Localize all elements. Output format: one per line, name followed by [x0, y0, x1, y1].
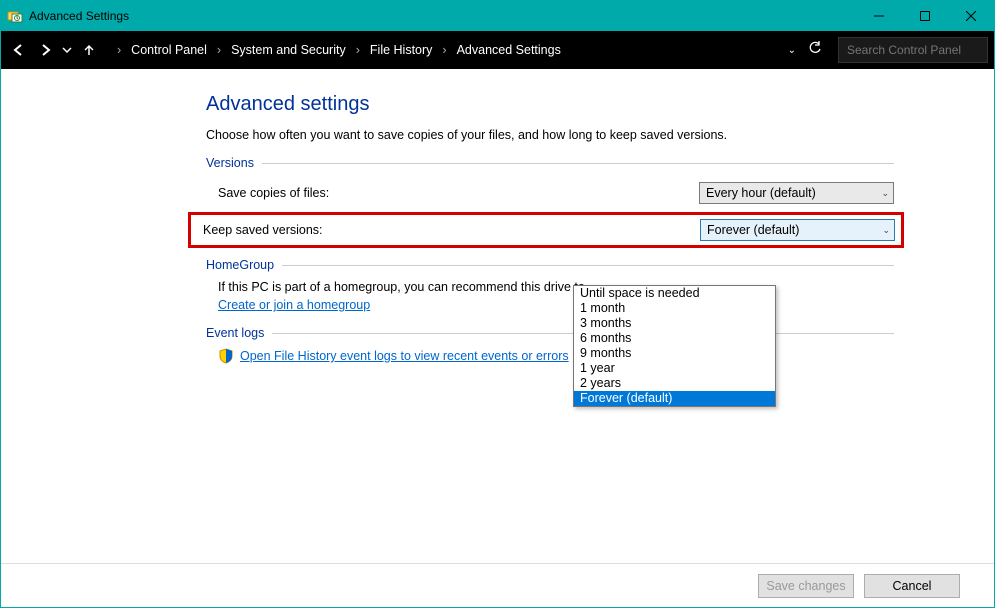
search-input[interactable]: [847, 43, 995, 57]
page-title: Advanced settings: [206, 93, 894, 116]
homegroup-link[interactable]: Create or join a homegroup: [206, 298, 894, 312]
eventlogs-link-text: Open File History event logs to view rec…: [240, 349, 569, 363]
keep-versions-option[interactable]: 1 year: [574, 361, 775, 376]
cancel-button[interactable]: Cancel: [864, 574, 960, 598]
window-buttons: [856, 1, 994, 31]
breadcrumb-item[interactable]: System and Security: [227, 41, 350, 59]
app-icon: [7, 8, 23, 24]
keep-versions-option[interactable]: 9 months: [574, 346, 775, 361]
section-label: Event logs: [206, 326, 264, 340]
eventlogs-link[interactable]: Open File History event logs to view rec…: [206, 348, 569, 364]
titlebar: Advanced Settings: [1, 1, 994, 31]
breadcrumb: › Control Panel › System and Security › …: [113, 41, 786, 59]
window: Advanced Settings › Control Panel › Syst…: [0, 0, 995, 608]
chevron-down-icon: ⌄: [881, 188, 889, 199]
section-homegroup-header: HomeGroup: [206, 258, 894, 272]
divider: [282, 265, 894, 266]
address-right: ⌄: [788, 41, 822, 60]
section-label: HomeGroup: [206, 258, 274, 272]
keep-versions-option[interactable]: Until space is needed: [574, 286, 775, 301]
chevron-right-icon[interactable]: ›: [113, 43, 125, 57]
dropdown-value: Forever (default): [707, 223, 799, 237]
footer: Save changes Cancel: [1, 563, 994, 607]
divider: [262, 163, 894, 164]
chevron-right-icon: ›: [352, 43, 364, 57]
keep-versions-option-list: Until space is needed 1 month 3 months 6…: [573, 285, 776, 407]
breadcrumb-item[interactable]: Control Panel: [127, 41, 211, 59]
keep-versions-option[interactable]: 2 years: [574, 376, 775, 391]
main-panel: Advanced settings Choose how often you w…: [206, 93, 894, 369]
close-button[interactable]: [948, 1, 994, 31]
section-label: Versions: [206, 156, 254, 170]
refresh-icon[interactable]: [808, 41, 822, 60]
section-versions-header: Versions: [206, 156, 894, 170]
back-button[interactable]: [7, 38, 31, 62]
breadcrumb-item[interactable]: File History: [366, 41, 437, 59]
chevron-down-icon: ⌄: [882, 225, 890, 236]
section-eventlogs-header: Event logs: [206, 326, 894, 340]
save-copies-row: Save copies of files: Every hour (defaul…: [206, 178, 894, 208]
window-title: Advanced Settings: [29, 9, 856, 23]
breadcrumb-item[interactable]: Advanced Settings: [453, 41, 565, 59]
chevron-down-icon[interactable]: ⌄: [788, 45, 796, 56]
chevron-right-icon: ›: [438, 43, 450, 57]
search-box[interactable]: [838, 37, 988, 63]
homegroup-text: If this PC is part of a homegroup, you c…: [206, 280, 894, 294]
save-copies-label: Save copies of files:: [218, 186, 699, 200]
save-copies-dropdown[interactable]: Every hour (default) ⌄: [699, 182, 894, 204]
up-button[interactable]: [77, 38, 101, 62]
page-description: Choose how often you want to save copies…: [206, 128, 894, 142]
forward-button[interactable]: [33, 38, 57, 62]
keep-versions-row: Keep saved versions: Forever (default) ⌄: [188, 212, 904, 248]
minimize-button[interactable]: [856, 1, 902, 31]
navbar: › Control Panel › System and Security › …: [1, 31, 994, 69]
recent-button[interactable]: [59, 38, 75, 62]
maximize-button[interactable]: [902, 1, 948, 31]
chevron-right-icon: ›: [213, 43, 225, 57]
save-changes-button[interactable]: Save changes: [758, 574, 854, 598]
keep-versions-option[interactable]: 6 months: [574, 331, 775, 346]
keep-versions-option[interactable]: Forever (default): [574, 391, 775, 406]
keep-versions-option[interactable]: 3 months: [574, 316, 775, 331]
keep-versions-dropdown[interactable]: Forever (default) ⌄: [700, 219, 895, 241]
keep-versions-option[interactable]: 1 month: [574, 301, 775, 316]
dropdown-value: Every hour (default): [706, 186, 816, 200]
shield-icon: [218, 348, 234, 364]
keep-versions-label: Keep saved versions:: [203, 223, 700, 237]
content-area: Advanced settings Choose how often you w…: [1, 69, 994, 563]
